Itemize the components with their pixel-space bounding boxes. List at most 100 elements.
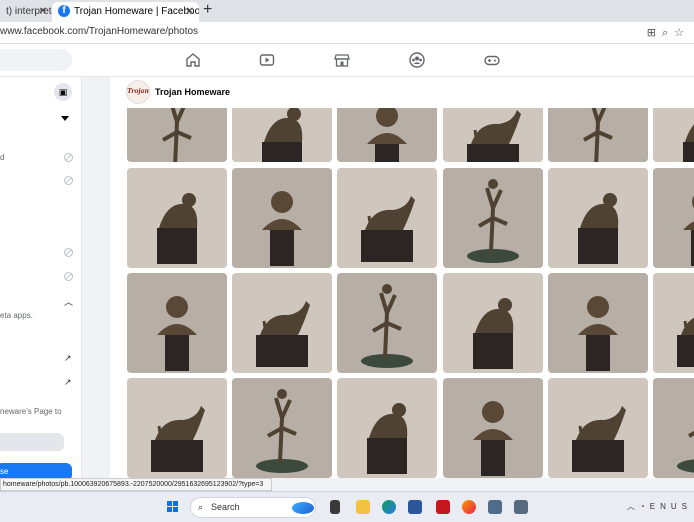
photo-thumbnail[interactable] [548,108,648,162]
photo-thumbnail[interactable] [127,273,227,373]
photo-thumbnail[interactable] [337,108,437,162]
blocked-icon [64,272,73,281]
sidebar-input[interactable] [0,433,64,451]
photo-thumbnail[interactable] [443,108,543,162]
statue-image [548,168,648,268]
external-link-icon[interactable]: ↗ [64,377,72,388]
marketplace-icon[interactable] [333,51,351,69]
sidebar-text: d [0,153,5,162]
chevron-up-icon[interactable]: ︿ [64,295,73,308]
system-tray[interactable]: ︿◔ENUS [627,501,692,512]
photo-thumbnail[interactable] [337,378,437,478]
zoom-icon[interactable]: ⌕ [662,27,674,39]
statue-image [232,168,332,268]
photo-thumbnail[interactable] [127,378,227,478]
word-icon[interactable] [408,500,422,514]
facebook-search-input[interactable] [0,49,72,71]
firefox-icon[interactable] [462,500,476,514]
apps-icon[interactable]: ⊞ [647,27,662,39]
statue-image [127,273,227,373]
statue-image [337,168,437,268]
photo-thumbnail[interactable] [232,273,332,373]
chevron-up-icon[interactable]: ︿ [627,502,640,511]
photo-thumbnail[interactable] [337,168,437,268]
network-icon[interactable]: ◔ [640,502,650,511]
copilot-icon[interactable] [292,502,314,514]
chevron-down-icon[interactable] [61,116,69,121]
photo-thumbnail[interactable] [443,273,543,373]
tab-title: Trojan Homeware | Facebook [74,6,199,17]
photo-thumbnail[interactable] [127,108,227,162]
statue-image [653,168,694,268]
statue-image [443,378,543,478]
taskbar-search-label: Search [211,502,240,512]
edge-browser-icon[interactable] [382,500,396,514]
photo-thumbnail[interactable] [653,168,694,268]
statue-image [653,273,694,373]
page-sidebar: ▣ d ︿ eta apps. ↗ ↗ neware's Page to se [0,77,82,481]
file-explorer-icon[interactable] [356,500,370,514]
photo-thumbnail[interactable] [232,378,332,478]
photo-thumbnail[interactable] [653,378,694,478]
search-icon: ⌕ [198,502,204,512]
statue-image [548,378,648,478]
external-link-icon[interactable]: ↗ [64,353,72,364]
video-icon[interactable] [258,51,276,69]
photo-thumbnail[interactable] [443,378,543,478]
tab-trojan-homeware[interactable]: f Trojan Homeware | Facebook ✕ [52,2,199,22]
groups-icon[interactable] [408,51,426,69]
statue-image [232,273,332,373]
home-icon[interactable] [184,51,202,69]
windows-taskbar: ⌕ Search ︿◔ENUS [0,491,694,522]
statue-image [548,273,648,373]
statue-image [653,378,694,478]
close-icon[interactable]: ✕ [186,4,194,20]
photo-thumbnail[interactable] [232,108,332,162]
photo-thumbnail[interactable] [653,273,694,373]
statue-image [653,108,694,162]
page-avatar[interactable]: Trojan [126,80,150,104]
page-title[interactable]: Trojan Homeware [155,87,230,97]
panel-toggle-icon[interactable]: ▣ [54,83,72,101]
address-bar-actions: ⊞⌕☆ [647,26,690,40]
photo-thumbnail[interactable] [653,108,694,162]
tab-interpret[interactable]: t) interpret ✕ [0,2,52,22]
photo-thumbnail[interactable] [443,168,543,268]
camera-icon[interactable] [514,500,528,514]
photo-thumbnail[interactable] [548,168,648,268]
sidebar-text: neware's Page to [0,407,62,416]
statue-image [548,108,648,162]
page-header: Trojan Trojan Homeware [110,77,694,108]
blocked-icon [64,248,73,257]
favorite-star-icon[interactable]: ☆ [674,27,690,39]
keyboard-language[interactable]: ENUS [650,502,692,511]
blocked-icon [64,176,73,185]
link-status-bar: homeware/photos/pb.100063920675893.-2207… [0,478,272,491]
statue-image [127,168,227,268]
photo-thumbnail[interactable] [548,273,648,373]
windows-start-icon[interactable] [167,501,179,513]
statue-image [127,378,227,478]
photo-thumbnail[interactable] [232,168,332,268]
photo-thumbnail[interactable] [127,168,227,268]
task-view-icon[interactable] [330,500,340,514]
facebook-header [0,44,694,77]
photo-thumbnail[interactable] [337,273,437,373]
statue-image [127,108,227,162]
statue-image [443,273,543,373]
gaming-icon[interactable] [483,51,501,69]
browser-tab-bar: t) interpret ✕ f Trojan Homeware | Faceb… [0,0,694,22]
statue-image [337,378,437,478]
statue-image [337,273,437,373]
calculator-icon[interactable] [488,500,502,514]
address-bar: www.facebook.com/TrojanHomeware/photos ⊞… [0,22,694,44]
close-icon[interactable]: ✕ [39,4,47,20]
statue-image [232,108,332,162]
url-field[interactable]: www.facebook.com/TrojanHomeware/photos [0,26,198,37]
facebook-icon: f [58,5,70,17]
photo-thumbnail[interactable] [548,378,648,478]
pdf-app-icon[interactable] [436,500,450,514]
statue-image [443,108,543,162]
new-tab-button[interactable]: + [203,1,212,19]
statue-image [443,168,543,268]
